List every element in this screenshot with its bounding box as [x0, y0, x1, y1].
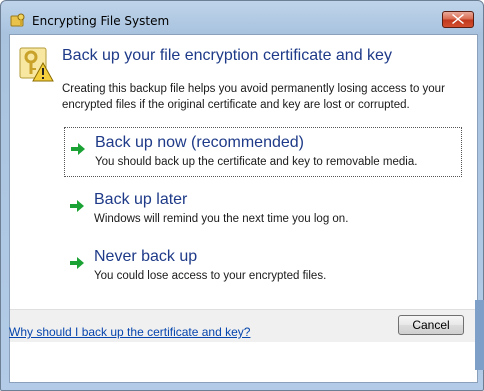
green-arrow-icon	[70, 197, 84, 212]
help-link[interactable]: Why should I back up the certificate and…	[9, 325, 250, 339]
green-arrow-icon	[71, 140, 85, 155]
option-description: You should back up the certificate and k…	[95, 156, 418, 168]
dialog-window: Encrypting File System Back up your file…	[0, 0, 484, 391]
close-icon	[452, 12, 464, 27]
option-never-back-up[interactable]: Never back up You could lose access to y…	[64, 242, 462, 292]
option-title: Back up now (recommended)	[95, 134, 304, 151]
option-description: Windows will remind you the next time yo…	[94, 213, 349, 225]
option-description: You could lose access to your encrypted …	[94, 270, 327, 282]
option-title: Never back up	[94, 248, 198, 265]
green-arrow-icon	[70, 254, 84, 269]
option-back-up-later[interactable]: Back up later Windows will remind you th…	[64, 185, 462, 235]
close-button[interactable]	[442, 11, 474, 28]
intro-text: Creating this backup file helps you avoi…	[62, 83, 445, 111]
option-title: Back up later	[94, 191, 188, 208]
option-back-up-now[interactable]: Back up now (recommended) You should bac…	[64, 127, 462, 177]
background-window-edge	[475, 300, 484, 370]
dialog-heading: Back up your file encryption certificate…	[62, 47, 392, 64]
window-title: Encrypting File System	[32, 14, 170, 28]
key-folder-icon	[10, 12, 26, 28]
cancel-button[interactable]: Cancel	[398, 315, 464, 335]
certificate-key-warning-icon	[18, 46, 54, 82]
title-bar[interactable]: Encrypting File System	[1, 1, 483, 33]
